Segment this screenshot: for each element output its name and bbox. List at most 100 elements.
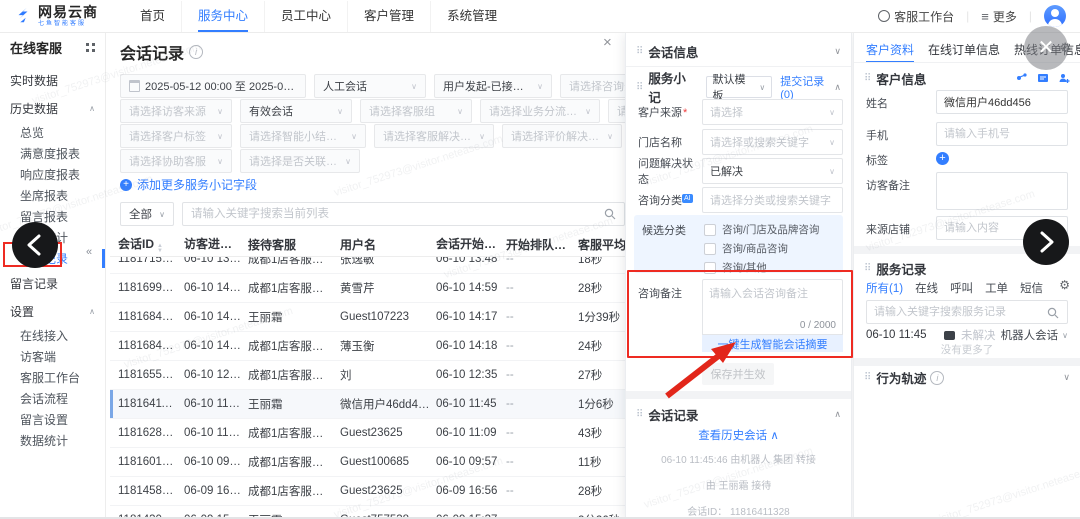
top-nav-item[interactable]: 首页 — [124, 1, 181, 32]
filter-select[interactable]: 请选择业务分流类型∨ — [480, 99, 600, 123]
drag-handle-icon[interactable]: ⠿ — [636, 82, 643, 93]
filter-select[interactable]: 请选择协助客服∨ — [120, 149, 232, 173]
table-column-header[interactable]: 接待客服▲▼ — [248, 236, 340, 253]
resolve-status-select[interactable]: 已解决 ∨ — [702, 158, 843, 184]
sidebar-collapse-icon[interactable]: « — [86, 246, 92, 258]
section-divider — [854, 358, 1080, 366]
filter-select[interactable]: 2025-05-12 00:00 至 2025-06-11 23:59∨ — [120, 74, 306, 98]
chevron-down-icon[interactable]: ∨ — [1063, 372, 1070, 383]
more-menu[interactable]: ≡更多 — [981, 8, 1017, 25]
gear-icon[interactable]: ⚙ — [1059, 278, 1070, 292]
sidebar-item[interactable]: 设置∧ — [0, 297, 105, 325]
field-consult-category: 咨询分类AI 请选择分类或搜索关键字 — [638, 187, 843, 213]
filter-select[interactable]: 请选择智能小结状态∨ — [240, 124, 366, 148]
sidebar-item[interactable]: 总览∧ — [0, 122, 105, 143]
filter-select[interactable]: 用户发起-已接入、...∨ — [434, 74, 552, 98]
filter-select[interactable]: 有效会话∨ — [240, 99, 352, 123]
filter-select[interactable]: 请选择客服组∨ — [360, 99, 472, 123]
close-panel-icon[interactable]: × — [603, 35, 612, 50]
service-record-tab[interactable]: 所有(1) — [866, 280, 903, 296]
info-icon[interactable]: i — [189, 45, 203, 59]
add-tag-icon[interactable]: + — [936, 152, 949, 165]
service-record-tab[interactable]: 呼叫 — [950, 280, 973, 296]
overlay-close-icon[interactable]: ✕ — [1024, 26, 1068, 70]
drag-handle-icon[interactable]: ⠿ — [864, 263, 871, 274]
sort-icon[interactable]: ▲▼ — [157, 244, 163, 253]
consult-category-input[interactable]: 请选择分类或搜索关键字 — [702, 187, 843, 213]
table-column-header[interactable]: 访客进入时间▲▼ — [184, 235, 248, 253]
add-more-fields-link[interactable]: + 添加更多服务小记字段 — [120, 176, 257, 193]
top-nav-item[interactable]: 系统管理 — [430, 1, 513, 32]
customer-panel-tab[interactable]: 客户资料 — [866, 38, 914, 62]
top-nav-item[interactable]: 员工中心 — [264, 1, 347, 32]
top-nav-item[interactable]: 客户管理 — [347, 1, 430, 32]
sidebar-item[interactable]: 留言记录∧ — [0, 269, 105, 297]
workbench-link[interactable]: 客服工作台 — [878, 8, 954, 25]
view-history-link[interactable]: 查看历史会话 ∧ — [626, 427, 851, 443]
chevron-right-icon — [1023, 219, 1069, 265]
sidebar-item[interactable]: 访客端∧ — [0, 346, 105, 367]
prev-slide-button[interactable] — [12, 222, 58, 268]
table-column-header[interactable]: 用户名▲▼ — [340, 236, 436, 253]
sidebar-item[interactable]: 留言设置∧ — [0, 409, 105, 430]
next-slide-button[interactable] — [1023, 219, 1069, 265]
merge-contact-icon[interactable] — [1016, 72, 1028, 84]
visitor-note-textarea[interactable] — [936, 172, 1068, 210]
chevron-down-icon[interactable]: ∨ — [834, 46, 841, 57]
service-record-tab[interactable]: 短信 — [1020, 280, 1043, 296]
search-icon[interactable] — [1047, 307, 1059, 319]
submit-records-link[interactable]: 提交记录(0) — [780, 73, 834, 101]
phone-input[interactable] — [936, 122, 1068, 146]
sidebar-item[interactable]: 响应度报表∧ — [0, 164, 105, 185]
no-more-label: 没有更多了 — [854, 342, 1080, 357]
sidebar-item[interactable]: 在线接入∧ — [0, 325, 105, 346]
top-nav-item[interactable]: 服务中心 — [181, 1, 264, 32]
customer-source-select[interactable]: 请选择 ∨ — [702, 99, 843, 125]
id-card-icon[interactable] — [1037, 72, 1049, 84]
user-avatar[interactable] — [1044, 5, 1066, 27]
chevron-up-icon[interactable]: ∧ — [834, 82, 841, 93]
add-contact-icon[interactable] — [1058, 72, 1070, 84]
filter-select[interactable]: 人工会话∨ — [314, 74, 426, 98]
table-column-header[interactable]: 会话开始时间▲▼ — [436, 235, 506, 253]
cell-agent: 成都1店客服专员2 — [248, 367, 340, 383]
checkbox-icon[interactable] — [704, 224, 716, 236]
filter-select[interactable]: 请选择是否关联工单∨ — [240, 149, 360, 173]
candidate-category-option[interactable]: 咨询/商品咨询 — [704, 241, 839, 256]
table-column-header[interactable]: 开始排队时间▲▼ — [506, 236, 578, 253]
service-record-search-input[interactable] — [867, 301, 1051, 323]
chevron-up-icon[interactable]: ∧ — [834, 409, 841, 420]
info-icon[interactable]: i — [930, 371, 944, 385]
sidebar-item[interactable]: 坐席报表∧ — [0, 185, 105, 206]
search-icon[interactable] — [604, 208, 616, 220]
service-record-tab[interactable]: 在线 — [915, 280, 938, 296]
name-input[interactable] — [936, 90, 1068, 114]
sidebar-item[interactable]: 历史数据∧ — [0, 94, 105, 122]
service-record-tab[interactable]: 工单 — [985, 280, 1008, 296]
filter-select[interactable]: 请选择访客来源∨ — [120, 99, 232, 123]
brand-logo[interactable]: 网易云商 七鱼智能客服 — [14, 5, 110, 27]
apps-grid-icon[interactable] — [86, 43, 95, 52]
sidebar-item[interactable]: 实时数据∧ — [0, 66, 105, 94]
filter-select[interactable]: 请选择客户标签∨ — [120, 124, 232, 148]
list-search-input[interactable] — [183, 203, 599, 225]
sidebar-item[interactable]: 满意度报表∧ — [0, 143, 105, 164]
sidebar-item[interactable]: 客服工作台∧ — [0, 367, 105, 388]
search-category-select[interactable]: 全部 ∨ — [120, 202, 174, 226]
customer-panel-tab[interactable]: 在线订单信息 — [928, 38, 1000, 62]
record-type-toggle[interactable]: 机器人会话 ∨ — [1001, 327, 1068, 343]
drag-handle-icon[interactable]: ⠿ — [636, 46, 643, 57]
drag-handle-icon[interactable]: ⠿ — [864, 372, 871, 383]
filter-select[interactable]: 请选择客服解决状态∨ — [374, 124, 494, 148]
store-name-select[interactable]: 请选择或搜索关键字 ∨ — [702, 129, 843, 155]
sidebar-item[interactable]: 数据统计∧ — [0, 430, 105, 451]
chevron-down-icon: ∨ — [479, 132, 485, 141]
filter-select[interactable]: 请选择评价解决状态∨ — [502, 124, 622, 148]
candidate-category-option[interactable]: 咨询/门店及品牌咨询 — [704, 222, 839, 237]
checkbox-icon[interactable] — [704, 243, 716, 255]
cell-agent: 成都1店客服专员2 — [248, 425, 340, 441]
template-select[interactable]: 默认模板 ∨ — [706, 76, 773, 98]
table-column-header[interactable]: 会话ID▲▼ — [118, 235, 184, 253]
sidebar-item[interactable]: 会话流程∧ — [0, 388, 105, 409]
drag-handle-icon[interactable]: ⠿ — [864, 73, 871, 84]
